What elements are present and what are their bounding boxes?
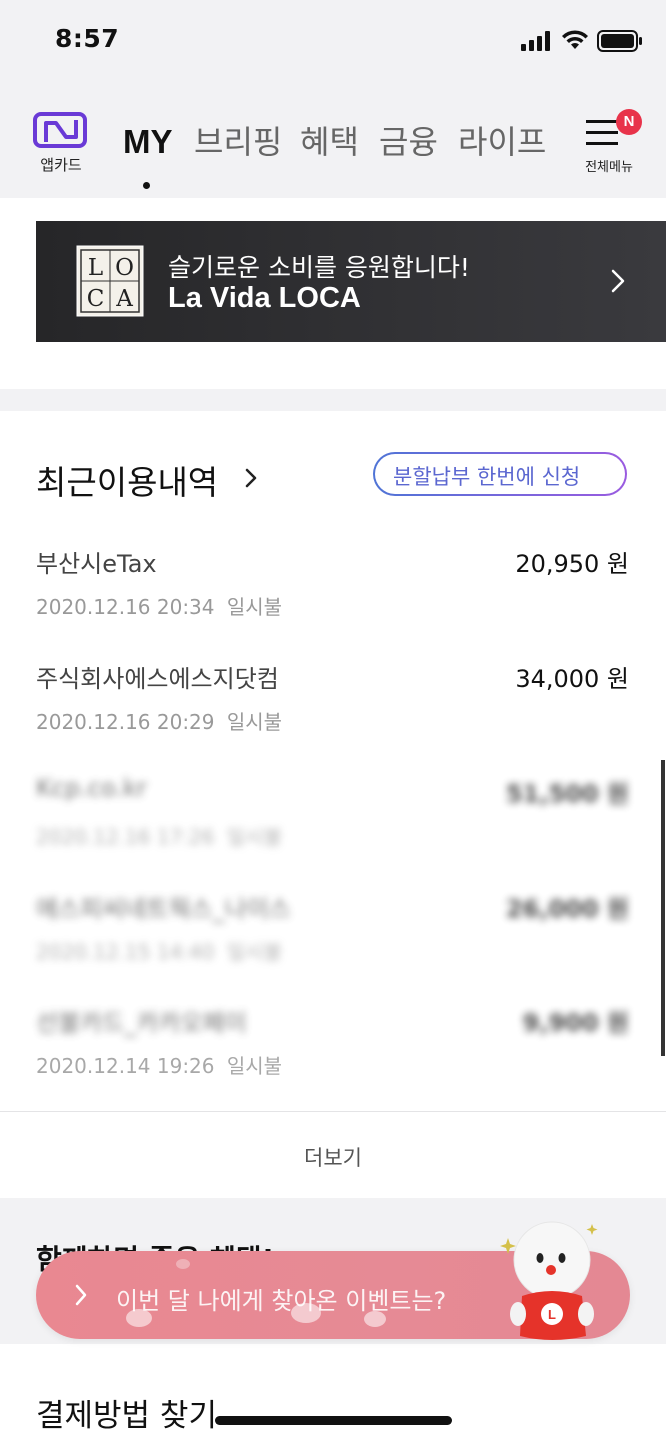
all-menu-label[interactable]: 전체메뉴 bbox=[580, 156, 638, 175]
chevron-right-icon[interactable] bbox=[244, 467, 258, 489]
tab-benefits[interactable]: 혜택 bbox=[300, 122, 359, 162]
new-badge: N bbox=[616, 109, 642, 135]
home-indicator[interactable] bbox=[215, 1416, 452, 1425]
tab-finance[interactable]: 금융 bbox=[379, 122, 438, 162]
app-card-icon bbox=[33, 112, 87, 148]
payment-method-title[interactable]: 결제방법 찾기 bbox=[36, 1390, 217, 1435]
status-time: 8:57 bbox=[55, 24, 120, 53]
active-tab-indicator bbox=[143, 182, 150, 189]
transaction-datetime: 2020.12.16 20:29 bbox=[36, 710, 215, 734]
mascot-character-icon: L bbox=[500, 1221, 598, 1340]
scrollbar[interactable] bbox=[661, 760, 665, 1056]
transaction-datetime: 2020.12.14 19:26 bbox=[36, 1054, 215, 1078]
installment-apply-label: 분할납부 한번에 신청 bbox=[393, 465, 581, 489]
event-banner-label: 이번 달 나에게 찾아온 이벤트는? bbox=[116, 1287, 447, 1315]
transaction-type: 일시불 bbox=[226, 595, 283, 619]
transaction-merchant[interactable]: 에스피씨네트웍스_나이스 bbox=[36, 889, 291, 924]
more-button[interactable]: 더보기 bbox=[0, 1142, 666, 1172]
transaction-amount: 9,900 원 bbox=[522, 1009, 629, 1037]
chevron-right-icon bbox=[611, 269, 625, 293]
transaction-merchant[interactable]: Kcp.co.kr bbox=[36, 774, 147, 802]
transaction-meta: 2020.12.15 14:40 일시불 bbox=[36, 936, 282, 965]
tab-briefing[interactable]: 브리핑 bbox=[194, 122, 282, 162]
cellular-signal-icon bbox=[521, 31, 550, 51]
installment-apply-button[interactable]: 분할납부 한번에 신청 bbox=[373, 452, 627, 496]
recent-usage-title[interactable]: 최근이용내역 bbox=[36, 456, 218, 504]
banner-subtitle: 슬기로운 소비를 응원합니다! bbox=[168, 253, 470, 282]
transaction-meta: 2020.12.16 17:26 일시불 bbox=[36, 821, 282, 850]
hamburger-menu-icon[interactable] bbox=[586, 118, 620, 148]
transaction-merchant[interactable]: 주식회사에스에스지닷컴 bbox=[36, 659, 279, 694]
transaction-type: 일시불 bbox=[226, 825, 283, 849]
loca-letter-c: C bbox=[87, 286, 105, 312]
transaction-merchant[interactable]: 선불카드_카카오페이 bbox=[36, 1003, 247, 1038]
loca-letter-a: A bbox=[115, 286, 133, 312]
wifi-icon bbox=[562, 30, 588, 49]
loca-letter-o: O bbox=[115, 255, 134, 281]
chevron-right-icon bbox=[75, 1284, 87, 1306]
transaction-amount: 26,000 원 bbox=[505, 895, 629, 923]
tab-life[interactable]: 라이프 bbox=[458, 122, 546, 162]
battery-icon bbox=[597, 30, 642, 52]
transaction-type: 일시불 bbox=[226, 1054, 283, 1078]
app-card-label: 앱카드 bbox=[40, 156, 82, 174]
transaction-meta: 2020.12.16 20:34 일시불 bbox=[36, 591, 282, 620]
transaction-meta: 2020.12.16 20:29 일시불 bbox=[36, 706, 282, 735]
loca-logo: L O C A bbox=[76, 245, 144, 317]
transaction-datetime: 2020.12.15 14:40 bbox=[36, 940, 215, 964]
transaction-meta: 2020.12.14 19:26 일시불 bbox=[36, 1050, 282, 1079]
transaction-datetime: 2020.12.16 20:34 bbox=[36, 595, 215, 619]
svg-text:L: L bbox=[548, 1307, 556, 1322]
transaction-datetime: 2020.12.16 17:26 bbox=[36, 825, 215, 849]
loca-letter-l: L bbox=[88, 255, 103, 281]
tab-my[interactable]: MY bbox=[123, 122, 173, 162]
transaction-type: 일시불 bbox=[226, 940, 283, 964]
transaction-amount: 51,500 원 bbox=[505, 780, 629, 808]
transaction-amount: 34,000 원 bbox=[515, 665, 629, 693]
transaction-merchant[interactable]: 부산시eTax bbox=[36, 544, 157, 579]
transaction-amount: 20,950 원 bbox=[515, 550, 629, 578]
banner-title: La Vida LOCA bbox=[168, 282, 361, 314]
transaction-type: 일시불 bbox=[226, 710, 283, 734]
petal-decoration bbox=[176, 1259, 190, 1269]
